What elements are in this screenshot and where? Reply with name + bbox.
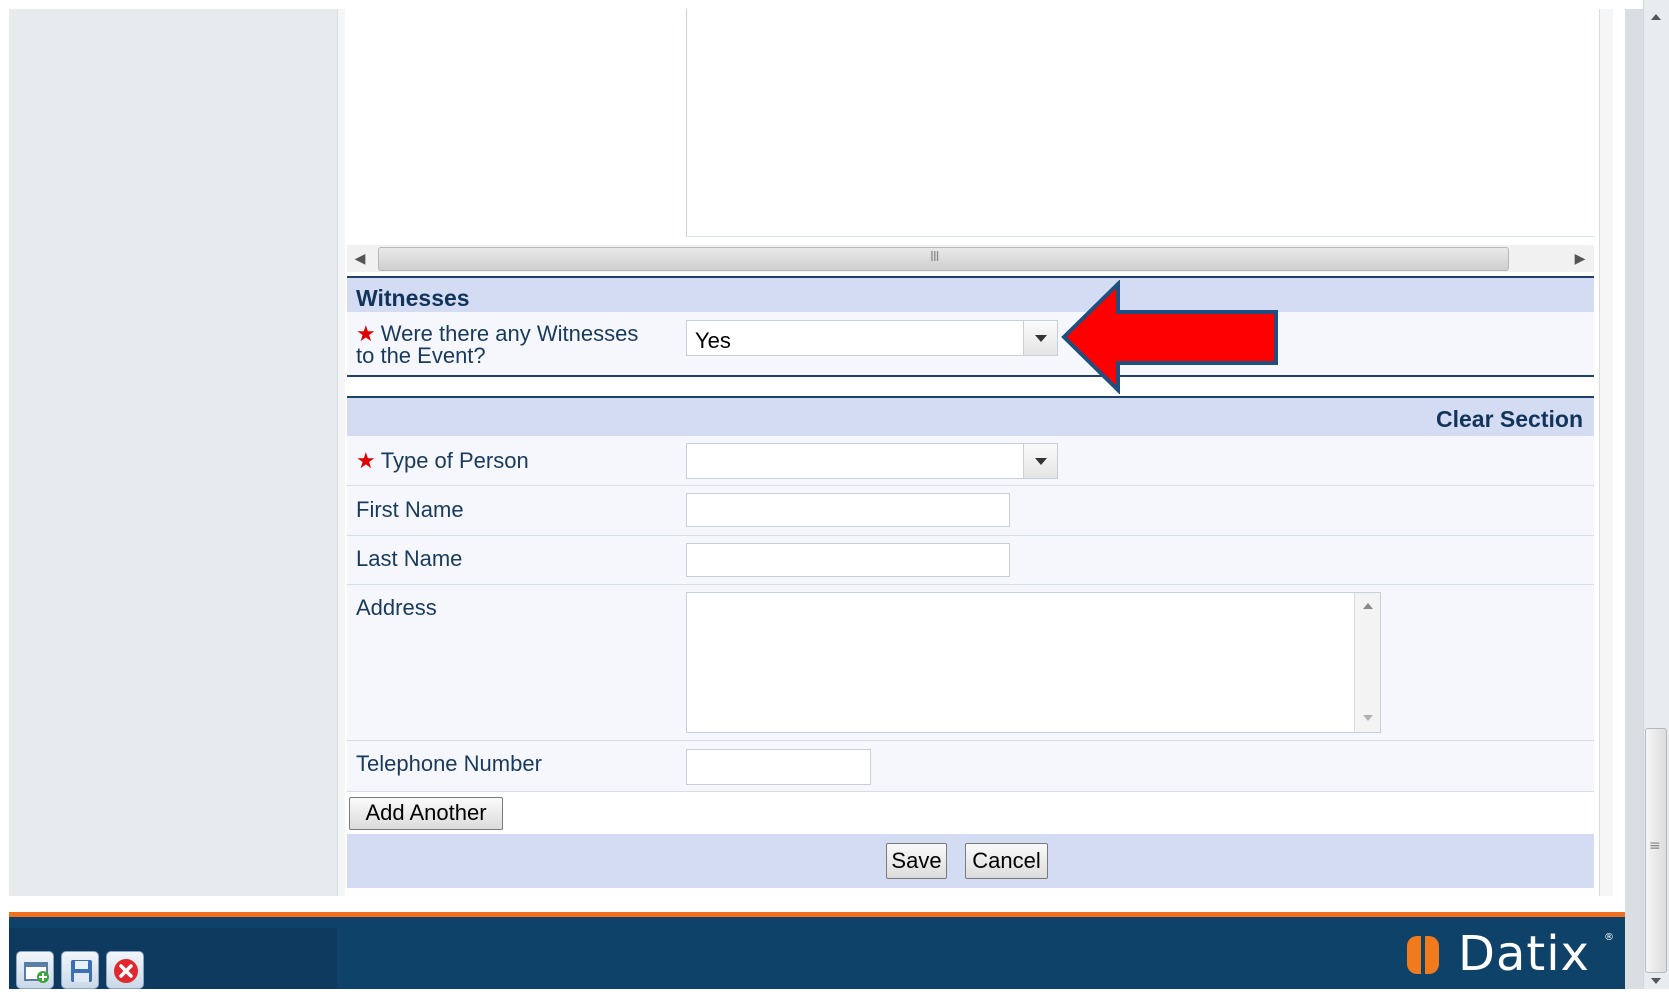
page-scroll-down-arrow-icon[interactable] [1651,978,1661,984]
form-frame-edge [337,9,345,896]
address-textarea[interactable] [686,592,1381,733]
page-edge [1625,9,1643,989]
datix-logo-text: Datix [1458,926,1590,982]
left-navigation-panel [9,9,337,896]
red-arrow-annotation-icon [1061,280,1278,394]
scroll-right-arrow-icon[interactable]: ▶ [1569,247,1591,271]
witnesses-select[interactable]: Yes [686,320,1058,356]
chevron-down-icon [1035,458,1047,465]
telephone-label: Telephone Number [356,751,542,776]
horizontal-scrollbar-thumb[interactable] [378,247,1509,271]
save-disk-icon[interactable] [61,951,99,989]
scrollbar-grip-icon: III [930,250,939,265]
telephone-row: Telephone Number [347,741,1594,792]
type-of-person-label: ★ Type of Person [356,448,529,473]
witnesses-question-row: ★ Were there any Witnesses to the Event? … [347,312,1594,377]
datix-logo-mark-right [1425,936,1439,974]
witnesses-question-label: ★ Were there any Witnesses to the Event? [356,321,639,368]
scroll-left-arrow-icon[interactable]: ◀ [349,247,371,271]
cancel-button[interactable]: Cancel [965,843,1048,879]
first-name-input[interactable] [686,493,1010,527]
form-right-gutter [1599,9,1613,896]
first-name-label: First Name [356,497,464,522]
close-icon[interactable] [106,951,144,989]
witnesses-section-title: Witnesses [356,285,470,311]
footer-toolbar [9,928,337,989]
registered-mark: ® [1604,932,1614,943]
last-name-input[interactable] [686,543,1010,577]
address-row: Address [347,585,1594,741]
last-name-label: Last Name [356,546,463,571]
page-scrollbar-grip-icon: ≡ [1649,838,1661,854]
scroll-up-arrow-icon[interactable] [1363,603,1373,609]
description-textarea[interactable] [686,9,1595,237]
address-label: Address [356,595,437,620]
telephone-input[interactable] [686,749,871,785]
clear-section-link[interactable]: Clear Section [1436,406,1583,432]
witnesses-select-value: Yes [695,328,731,353]
save-button[interactable]: Save [886,843,947,879]
scroll-down-arrow-icon[interactable] [1363,715,1373,721]
required-star-icon: ★ [356,448,376,473]
type-of-person-row: ★ Type of Person [347,436,1594,486]
witnesses-dropdown-button[interactable] [1023,321,1057,355]
new-record-icon[interactable] [16,951,54,989]
datix-logo-mark-left [1407,936,1421,974]
address-scrollbar[interactable] [1354,593,1380,732]
chevron-down-icon [1035,335,1047,342]
type-of-person-dropdown-button[interactable] [1023,444,1057,478]
page-scroll-up-arrow-icon[interactable] [1651,14,1661,20]
person-section-header: Clear Section [347,396,1594,436]
witnesses-section-header: Witnesses [347,276,1594,312]
type-of-person-select[interactable] [686,443,1058,479]
add-another-button[interactable]: Add Another [349,797,503,830]
last-name-row: Last Name [347,536,1594,585]
add-another-row [347,792,1594,834]
first-name-row: First Name [347,486,1594,536]
